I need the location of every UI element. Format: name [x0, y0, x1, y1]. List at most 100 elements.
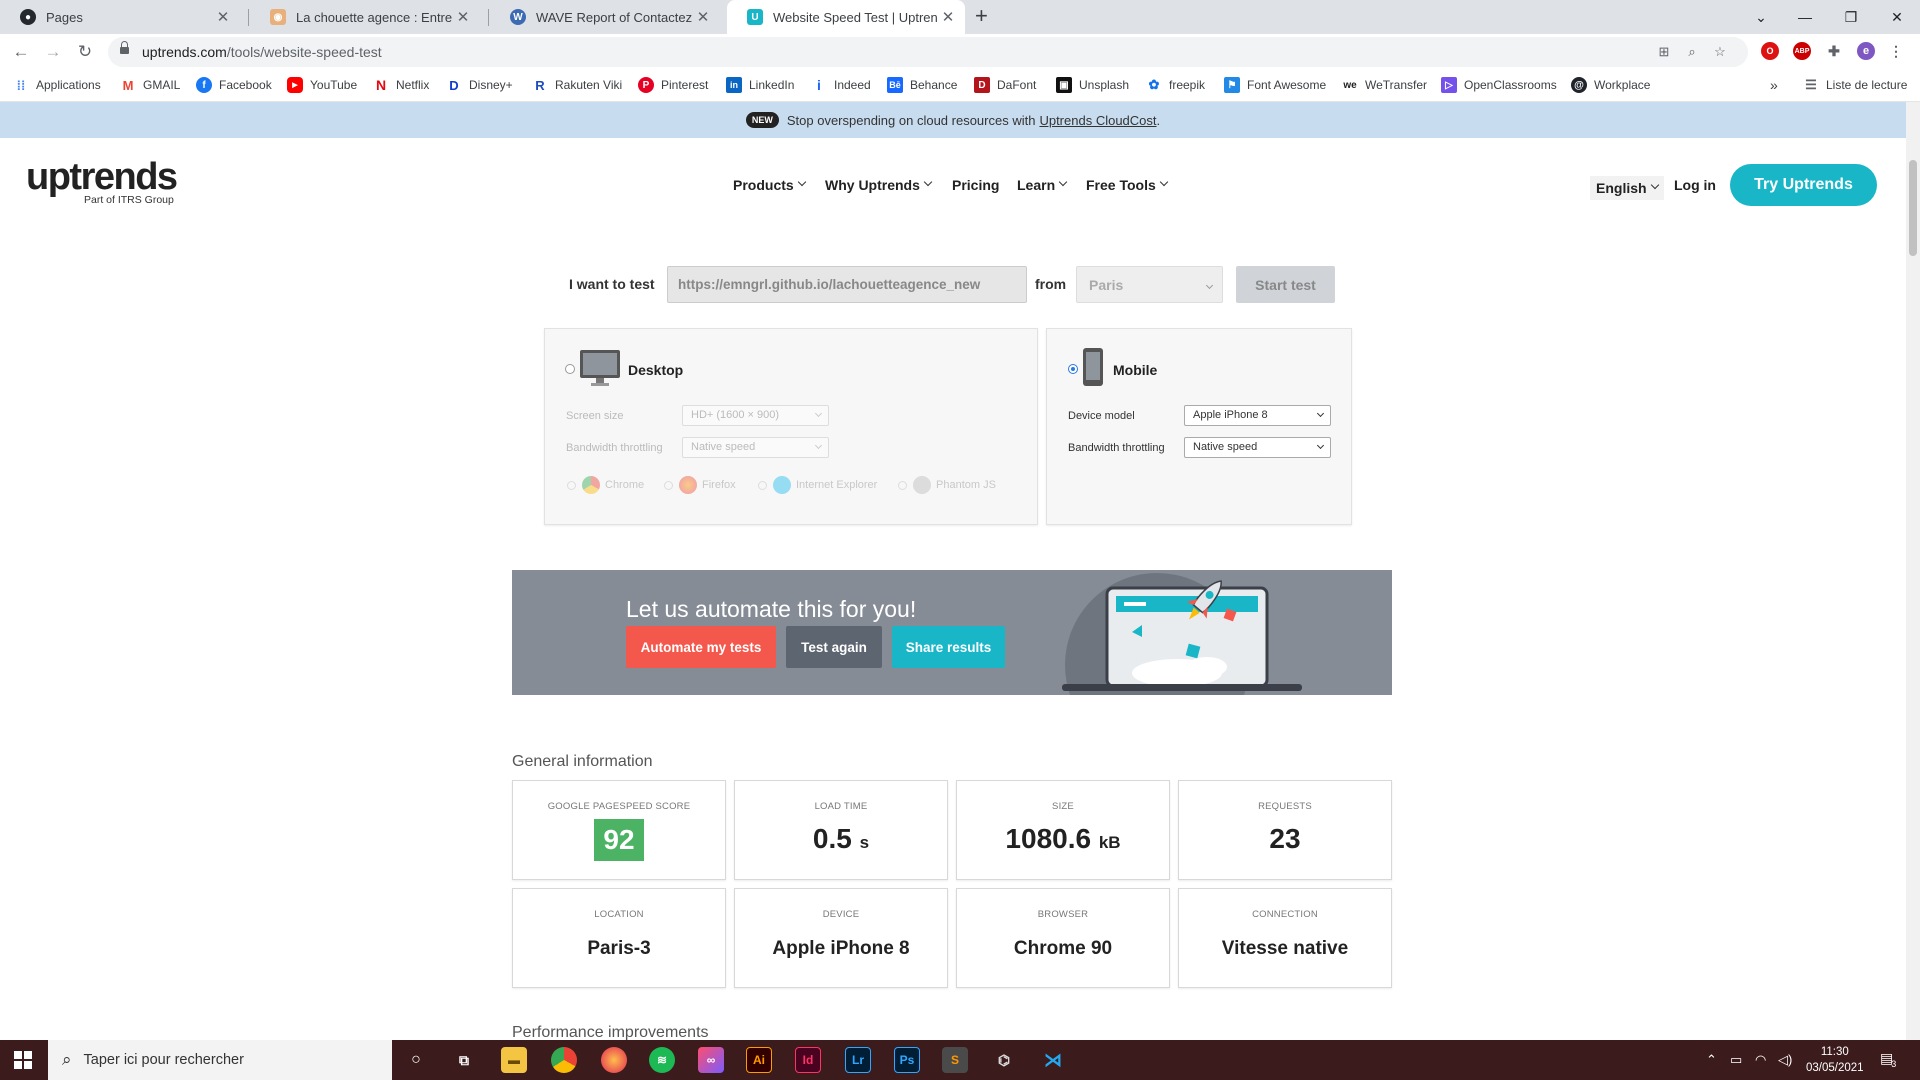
- bookmark-indeed[interactable]: i Indeed: [811, 77, 871, 93]
- tab-chouette-agence[interactable]: ◉ La chouette agence : Entreprise w ✕: [250, 0, 480, 34]
- bookmark-wetransfer[interactable]: we WeTransfer: [1342, 77, 1427, 93]
- chrome-radio[interactable]: [567, 480, 576, 490]
- tab-wave-report[interactable]: W WAVE Report of Contactez-nous ✕: [490, 0, 720, 34]
- tab-search-icon[interactable]: ⌄: [1738, 0, 1784, 34]
- dafont-icon: D: [974, 77, 990, 93]
- nav-free-tools[interactable]: Free Tools: [1086, 177, 1169, 193]
- firefox-radio[interactable]: [664, 480, 673, 490]
- nav-pricing[interactable]: Pricing: [952, 177, 999, 193]
- reading-list[interactable]: ☰ Liste de lecture: [1803, 77, 1907, 93]
- automate-my-tests-button[interactable]: Automate my tests: [626, 626, 776, 668]
- vscode-icon[interactable]: ⋊: [1040, 1047, 1066, 1073]
- language-selector[interactable]: English: [1590, 176, 1664, 200]
- scrollbar-thumb[interactable]: [1909, 160, 1917, 256]
- test-again-button[interactable]: Test again: [786, 626, 882, 668]
- url-input[interactable]: https://emngrl.github.io/lachouetteagenc…: [667, 266, 1027, 303]
- login-link[interactable]: Log in: [1674, 177, 1716, 193]
- bookmark-freepik[interactable]: ✿ freepik: [1146, 77, 1205, 93]
- adblock-extension-icon[interactable]: ABP: [1793, 42, 1811, 60]
- cloudcost-link[interactable]: Uptrends CloudCost: [1039, 113, 1156, 128]
- location-select[interactable]: Paris: [1076, 266, 1223, 303]
- device-model-select[interactable]: Apple iPhone 8: [1184, 405, 1331, 426]
- uptrends-logo[interactable]: uptrends Part of ITRS Group: [26, 158, 178, 206]
- tray-chevron-up-icon[interactable]: ⌃: [1706, 1052, 1717, 1068]
- restore-icon[interactable]: ❐: [1828, 0, 1874, 34]
- firefox-option[interactable]: Firefox: [664, 476, 736, 494]
- close-tab-icon[interactable]: ✕: [937, 8, 959, 26]
- tab-pages[interactable]: ● Pages ✕: [0, 0, 240, 34]
- sublime-text-icon[interactable]: S: [942, 1047, 968, 1073]
- bookmarks-overflow-icon[interactable]: »: [1770, 77, 1778, 93]
- lightroom-icon[interactable]: Lr: [845, 1047, 871, 1073]
- cortana-icon[interactable]: ○: [403, 1047, 429, 1073]
- close-tab-icon[interactable]: ✕: [692, 8, 714, 26]
- bookmark-applications[interactable]: ⁞⁞ Applications: [13, 77, 101, 93]
- taskbar-clock[interactable]: 11:30 03/05/2021: [1806, 1044, 1864, 1076]
- volume-icon[interactable]: ◁): [1778, 1052, 1792, 1068]
- mobile-radio[interactable]: [1068, 364, 1078, 374]
- mobile-bandwidth-select[interactable]: Native speed: [1184, 437, 1331, 458]
- bookmark-rakuten-viki[interactable]: R Rakuten Viki: [532, 77, 622, 93]
- battery-icon[interactable]: ▭: [1730, 1052, 1742, 1068]
- indesign-icon[interactable]: Id: [795, 1047, 821, 1073]
- opera-extension-icon[interactable]: O: [1761, 42, 1779, 60]
- extensions-puzzle-icon[interactable]: ✚: [1825, 42, 1843, 60]
- close-window-icon[interactable]: ✕: [1874, 0, 1920, 34]
- bookmark-font-awesome[interactable]: ⚑ Font Awesome: [1224, 77, 1326, 93]
- wifi-icon[interactable]: ◠: [1755, 1052, 1766, 1068]
- close-tab-icon[interactable]: ✕: [452, 8, 474, 26]
- nav-learn[interactable]: Learn: [1017, 177, 1068, 193]
- bookmark-disney[interactable]: D Disney+: [446, 77, 512, 93]
- bookmark-star-icon[interactable]: ☆: [1710, 42, 1730, 62]
- zoom-icon[interactable]: ⌕: [1682, 42, 1702, 62]
- tab-uptrends[interactable]: U Website Speed Test | Uptrends ✕: [727, 0, 965, 34]
- bookmark-dafont[interactable]: D DaFont: [974, 77, 1036, 93]
- chrome-taskbar-icon[interactable]: [551, 1047, 577, 1073]
- bookmark-netflix[interactable]: N Netflix: [373, 77, 429, 93]
- vr-headset-icon[interactable]: ⌬: [991, 1047, 1017, 1073]
- illustrator-icon[interactable]: Ai: [746, 1047, 772, 1073]
- nav-why-uptrends[interactable]: Why Uptrends: [825, 177, 933, 193]
- new-tab-plus-icon[interactable]: +: [975, 3, 988, 29]
- bookmark-youtube[interactable]: ▶ YouTube: [287, 77, 357, 93]
- reload-icon[interactable]: ↻: [73, 40, 97, 64]
- taskbar-search[interactable]: ⌕ Taper ici pour rechercher: [48, 1040, 392, 1080]
- phantomjs-option[interactable]: Phantom JS: [898, 476, 996, 494]
- spotify-icon[interactable]: ≋: [649, 1047, 675, 1073]
- close-tab-icon[interactable]: ✕: [212, 8, 234, 26]
- nav-products[interactable]: Products: [733, 177, 806, 193]
- menu-kebab-icon[interactable]: ⋮: [1887, 42, 1905, 60]
- windows-start-icon[interactable]: [14, 1051, 32, 1069]
- bookmark-pinterest[interactable]: P Pinterest: [638, 77, 708, 93]
- desktop-radio[interactable]: [565, 364, 575, 374]
- internet-explorer-option[interactable]: Internet Explorer: [758, 476, 877, 494]
- notification-icon[interactable]: ▤3: [1880, 1050, 1898, 1069]
- translate-icon[interactable]: ⊞: [1654, 42, 1674, 62]
- creative-cloud-icon[interactable]: ∞: [698, 1047, 724, 1073]
- bookmark-facebook[interactable]: f Facebook: [196, 77, 272, 93]
- ie-radio[interactable]: [758, 480, 767, 490]
- screen-size-select[interactable]: HD+ (1600 × 900): [682, 405, 829, 426]
- page-scrollbar[interactable]: [1906, 102, 1920, 1040]
- bookmark-workplace[interactable]: @ Workplace: [1571, 77, 1650, 93]
- firefox-taskbar-icon[interactable]: [601, 1047, 627, 1073]
- address-bar[interactable]: uptrends.com/tools/website-speed-test ⊞ …: [108, 37, 1748, 67]
- bookmark-linkedin[interactable]: in LinkedIn: [726, 77, 794, 93]
- forward-arrow-icon[interactable]: →: [41, 40, 65, 64]
- photoshop-icon[interactable]: Ps: [894, 1047, 920, 1073]
- start-test-button[interactable]: Start test: [1236, 266, 1335, 303]
- share-results-button[interactable]: Share results: [892, 626, 1005, 668]
- bookmark-unsplash[interactable]: ▣ Unsplash: [1056, 77, 1129, 93]
- file-explorer-icon[interactable]: ▬: [501, 1047, 527, 1073]
- bookmark-gmail[interactable]: M GMAIL: [120, 77, 181, 93]
- back-arrow-icon[interactable]: ←: [9, 40, 33, 64]
- chrome-option[interactable]: Chrome: [567, 476, 644, 494]
- bookmark-behance[interactable]: Bē Behance: [887, 77, 957, 93]
- bookmark-openclassrooms[interactable]: ▷ OpenClassrooms: [1441, 77, 1557, 93]
- phantomjs-radio[interactable]: [898, 480, 907, 490]
- task-view-icon[interactable]: ⧉: [451, 1047, 477, 1073]
- minimize-icon[interactable]: —: [1782, 0, 1828, 34]
- desktop-bandwidth-select[interactable]: Native speed: [682, 437, 829, 458]
- profile-avatar[interactable]: e: [1857, 42, 1875, 60]
- try-uptrends-button[interactable]: Try Uptrends: [1730, 164, 1877, 206]
